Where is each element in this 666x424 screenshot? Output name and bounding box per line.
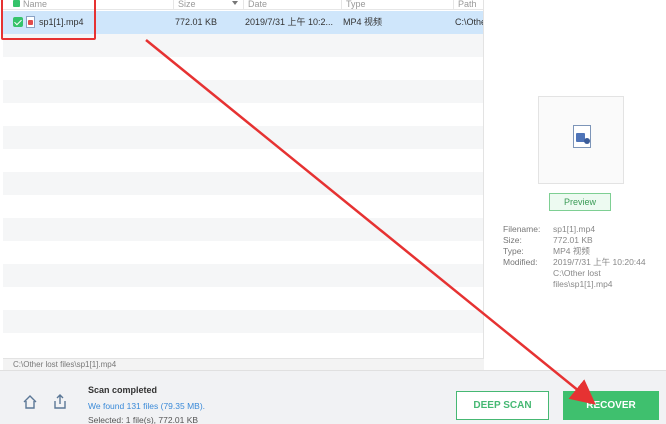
file-date: 2019/7/31 上午 10:2... — [245, 17, 334, 27]
empty-row — [3, 103, 483, 126]
status-footer: Scan completed We found 131 files (79.35… — [0, 370, 666, 424]
column-header-path[interactable]: Path — [453, 0, 483, 10]
empty-row — [3, 310, 483, 333]
empty-row — [3, 333, 483, 356]
preview-button[interactable]: Preview — [549, 193, 611, 211]
file-size: 772.01 KB — [175, 17, 218, 27]
size-label: Size: — [503, 235, 522, 245]
deep-scan-button[interactable]: DEEP SCAN — [456, 391, 549, 420]
size-value: 772.01 KB — [553, 235, 593, 245]
file-list-rows: sp1[1].mp4 772.01 KB 2019/7/31 上午 10:2..… — [3, 11, 483, 356]
type-value: MP4 视频 — [553, 246, 590, 256]
file-list-pane: Name Size Date Type Path sp1[1].mp4 772.… — [3, 0, 484, 370]
empty-row — [3, 57, 483, 80]
selection-summary: Selected: 1 file(s), 772.01 KB — [88, 415, 199, 424]
file-path: C:\Other — [455, 17, 483, 27]
empty-row — [3, 264, 483, 287]
empty-row — [3, 287, 483, 310]
empty-row — [3, 80, 483, 103]
sort-arrow-icon — [232, 1, 238, 5]
recover-button[interactable]: RECOVER — [563, 391, 659, 420]
filename-label: Filename: — [503, 224, 541, 234]
modified-label: Modified: — [503, 257, 538, 267]
home-icon[interactable] — [22, 394, 38, 410]
empty-row — [3, 149, 483, 172]
modified-value-line-3: files\sp1[1].mp4 — [553, 279, 613, 289]
empty-row — [3, 126, 483, 149]
modified-value: 2019/7/31 上午 10:20:44 — [553, 257, 646, 267]
empty-row — [3, 218, 483, 241]
file-type: MP4 视频 — [343, 17, 383, 27]
empty-row — [3, 172, 483, 195]
scan-found-summary: We found 131 files (79.35 MB). — [88, 401, 206, 411]
file-details: Filename: sp1[1].mp4 Size: 772.01 KB Typ… — [503, 224, 663, 290]
preview-thumbnail — [538, 96, 624, 184]
empty-row — [3, 195, 483, 218]
filename-value: sp1[1].mp4 — [553, 224, 596, 234]
empty-row — [3, 241, 483, 264]
type-label: Type: — [503, 246, 524, 256]
video-file-icon — [573, 125, 591, 148]
column-header-type[interactable]: Type — [341, 0, 453, 10]
share-icon[interactable] — [52, 393, 68, 410]
scan-status-title: Scan completed — [88, 385, 158, 395]
highlight-box-selected-file — [1, 0, 96, 40]
modified-value-line-2: C:\Other lost — [553, 268, 601, 278]
column-header-date[interactable]: Date — [243, 0, 341, 10]
